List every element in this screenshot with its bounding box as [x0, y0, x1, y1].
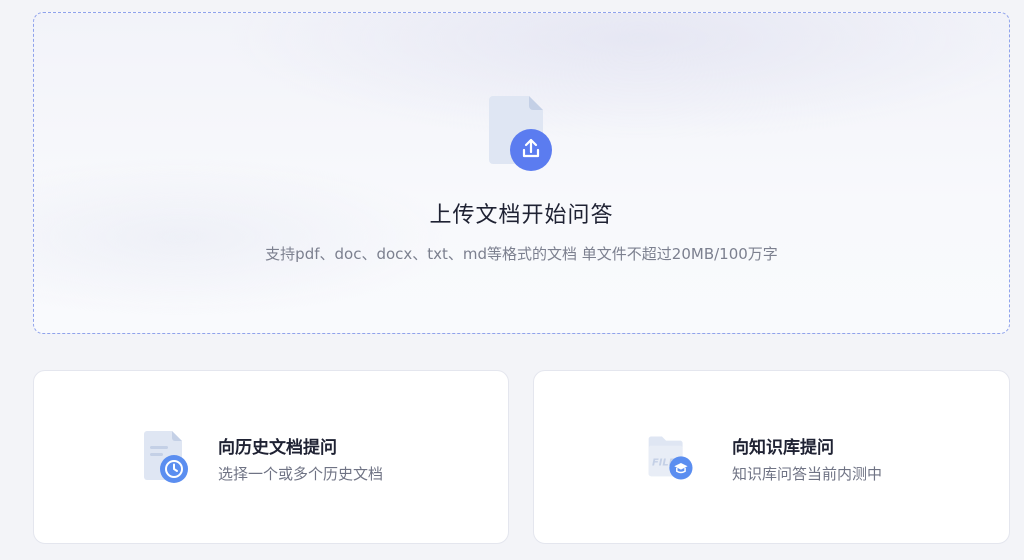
document-history-icon [144, 431, 188, 483]
upload-format-hint: 支持pdf、doc、docx、txt、md等格式的文档 单文件不超过20MB/1… [265, 245, 778, 263]
card-title: 向历史文档提问 [218, 438, 337, 458]
ask-history-docs-card[interactable]: 向历史文档提问 选择一个或多个历史文档 [33, 370, 509, 544]
file-upload-icon [489, 96, 552, 171]
card-description: 选择一个或多个历史文档 [218, 465, 384, 483]
ask-knowledge-base-card[interactable]: FILE 向知识库提问 知识库问答当前内测中 [533, 370, 1010, 544]
card-title: 向知识库提问 [732, 438, 834, 458]
upload-title: 上传文档开始问答 [429, 203, 614, 228]
card-description: 知识库问答当前内测中 [732, 465, 883, 483]
knowledge-base-folder-icon: FILE [648, 436, 693, 480]
upload-dropzone[interactable]: 上传文档开始问答 支持pdf、doc、docx、txt、md等格式的文档 单文件… [33, 12, 1010, 334]
